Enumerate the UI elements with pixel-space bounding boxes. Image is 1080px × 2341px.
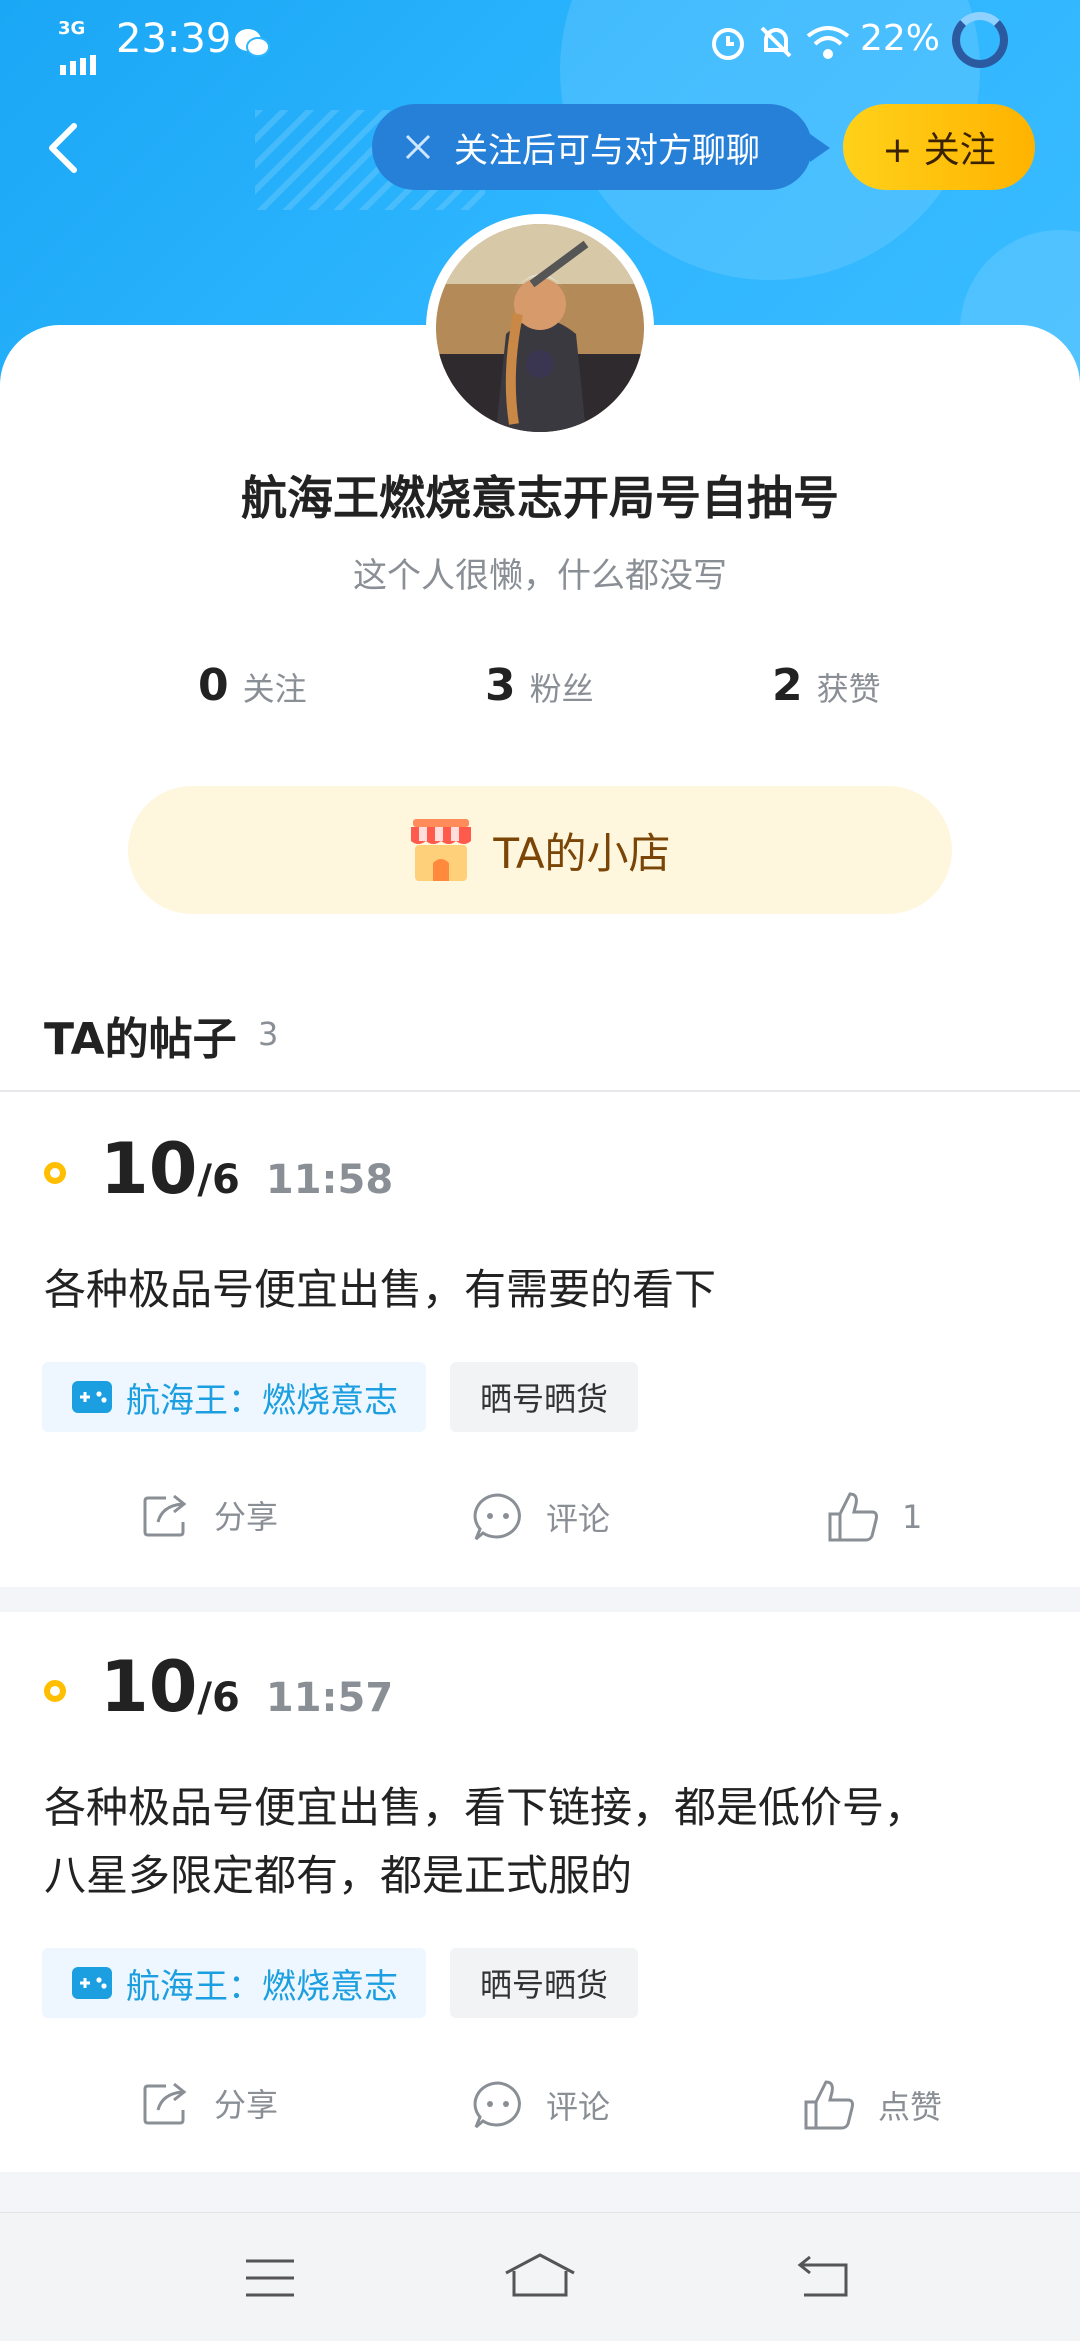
share-icon bbox=[143, 2082, 187, 2125]
mute-icon bbox=[756, 22, 796, 71]
share-icon bbox=[143, 1494, 187, 1537]
profile-bio: 这个人很懒，什么都没写 bbox=[353, 556, 727, 596]
game-tag-label: 航海王：燃烧意志 bbox=[126, 1966, 398, 2007]
system-nav-bar bbox=[0, 2212, 1080, 2341]
stat-label: 粉丝 bbox=[529, 670, 594, 708]
like-label: 点赞 bbox=[878, 2088, 943, 2126]
share-label: 分享 bbox=[214, 1498, 279, 1536]
status-bar: 3G 23:39 22% bbox=[0, 0, 1080, 80]
post-content-line: 八星多限定都有，都是正式服的 bbox=[44, 1851, 633, 1900]
home-icon bbox=[505, 2253, 575, 2297]
game-tag[interactable]: 航海王：燃烧意志 bbox=[42, 1362, 426, 1432]
share-button[interactable]: 分享 bbox=[142, 1492, 278, 1538]
post-card[interactable]: 10 /6 11:58 各种极品号便宜出售，有需要的看下 航海王：燃烧意志 晒号… bbox=[0, 1092, 1080, 1587]
comment-button[interactable]: 评论 bbox=[472, 2080, 610, 2130]
shop-icon bbox=[411, 819, 472, 881]
clock: 23:39 bbox=[116, 16, 232, 62]
comment-icon bbox=[473, 2081, 521, 2129]
stat-following[interactable]: 0 关注 bbox=[198, 660, 307, 711]
stat-likes[interactable]: 2 获赞 bbox=[772, 660, 881, 711]
timeline-dot bbox=[44, 1680, 66, 1702]
wifi-icon bbox=[804, 22, 852, 71]
thumbs-up-icon bbox=[804, 2080, 854, 2130]
share-label: 分享 bbox=[214, 2086, 279, 2124]
alarm-icon bbox=[708, 22, 748, 71]
home-button[interactable] bbox=[504, 2251, 576, 2303]
gamepad-icon bbox=[72, 1967, 112, 1999]
like-button[interactable]: 1 bbox=[826, 1490, 922, 1544]
post-day: 10 bbox=[100, 1646, 198, 1728]
post-month: /6 bbox=[197, 1157, 240, 1203]
back-arrow-icon bbox=[49, 123, 77, 173]
post-card[interactable]: 10 /6 11:57 各种极品号便宜出售，看下链接，都是低价号， 八星多限定都… bbox=[0, 1612, 1080, 2172]
stat-label: 关注 bbox=[242, 670, 307, 708]
wechat-icon bbox=[234, 24, 270, 68]
post-month: /6 bbox=[197, 1675, 240, 1721]
comment-label: 评论 bbox=[546, 1500, 611, 1538]
post-day: 10 bbox=[100, 1128, 198, 1210]
menu-button[interactable] bbox=[244, 2257, 296, 2303]
game-tag[interactable]: 航海王：燃烧意志 bbox=[42, 1948, 426, 2018]
like-count: 1 bbox=[902, 1498, 923, 1536]
stat-label: 获赞 bbox=[816, 670, 881, 708]
post-content: 各种极品号便宜出售，有需要的看下 bbox=[44, 1265, 717, 1314]
post-content-line: 各种极品号便宜出售，看下链接，都是低价号， bbox=[44, 1783, 927, 1832]
stat-number: 2 bbox=[772, 660, 803, 711]
close-icon[interactable] bbox=[404, 133, 432, 161]
return-icon bbox=[797, 2255, 848, 2297]
avatar-image bbox=[436, 224, 644, 432]
post-time: 11:57 bbox=[265, 1675, 394, 1721]
follow-tip-bubble: 关注后可与对方聊聊 bbox=[372, 104, 830, 190]
menu-icon bbox=[246, 2259, 294, 2297]
game-tag-label: 航海王：燃烧意志 bbox=[126, 1380, 398, 1421]
shop-button[interactable]: TA的小店 bbox=[128, 786, 952, 914]
share-button[interactable]: 分享 bbox=[142, 2080, 278, 2126]
like-button[interactable]: 点赞 bbox=[802, 2078, 942, 2132]
topic-tag-label: 晒号晒货 bbox=[480, 1966, 609, 2004]
topic-tag[interactable]: 晒号晒货 bbox=[450, 1948, 639, 2018]
network-type: 3G bbox=[58, 18, 86, 39]
topic-tag-label: 晒号晒货 bbox=[480, 1380, 609, 1418]
stat-followers[interactable]: 3 粉丝 bbox=[485, 660, 594, 711]
avatar[interactable] bbox=[426, 214, 654, 442]
signal-icon bbox=[60, 40, 104, 84]
follow-button-label: + 关注 bbox=[882, 130, 996, 171]
post-date: 10 /6 11:57 bbox=[100, 1646, 393, 1728]
comment-label: 评论 bbox=[546, 2088, 611, 2126]
battery-ring-icon bbox=[952, 12, 1008, 68]
back-nav-button[interactable] bbox=[796, 2253, 850, 2303]
topic-tag[interactable]: 晒号晒货 bbox=[450, 1362, 639, 1432]
profile-name: 航海王燃烧意志开局号自抽号 bbox=[241, 471, 839, 525]
battery-level: 22% bbox=[860, 18, 941, 59]
post-date: 10 /6 11:58 bbox=[100, 1128, 393, 1210]
comment-icon bbox=[473, 1493, 521, 1541]
stat-number: 3 bbox=[485, 660, 516, 711]
back-button[interactable] bbox=[44, 120, 84, 176]
follow-button[interactable]: + 关注 bbox=[843, 104, 1035, 190]
shop-label: TA的小店 bbox=[493, 828, 671, 878]
posts-section-title: TA的帖子 bbox=[44, 1014, 237, 1065]
post-time: 11:58 bbox=[265, 1157, 394, 1203]
comment-button[interactable]: 评论 bbox=[472, 1492, 610, 1542]
posts-count: 3 bbox=[258, 1015, 279, 1053]
gamepad-icon bbox=[72, 1381, 112, 1413]
thumbs-up-icon bbox=[828, 1492, 878, 1542]
stat-number: 0 bbox=[198, 660, 229, 711]
timeline-dot bbox=[44, 1162, 66, 1184]
follow-tip-text: 关注后可与对方聊聊 bbox=[454, 130, 760, 171]
